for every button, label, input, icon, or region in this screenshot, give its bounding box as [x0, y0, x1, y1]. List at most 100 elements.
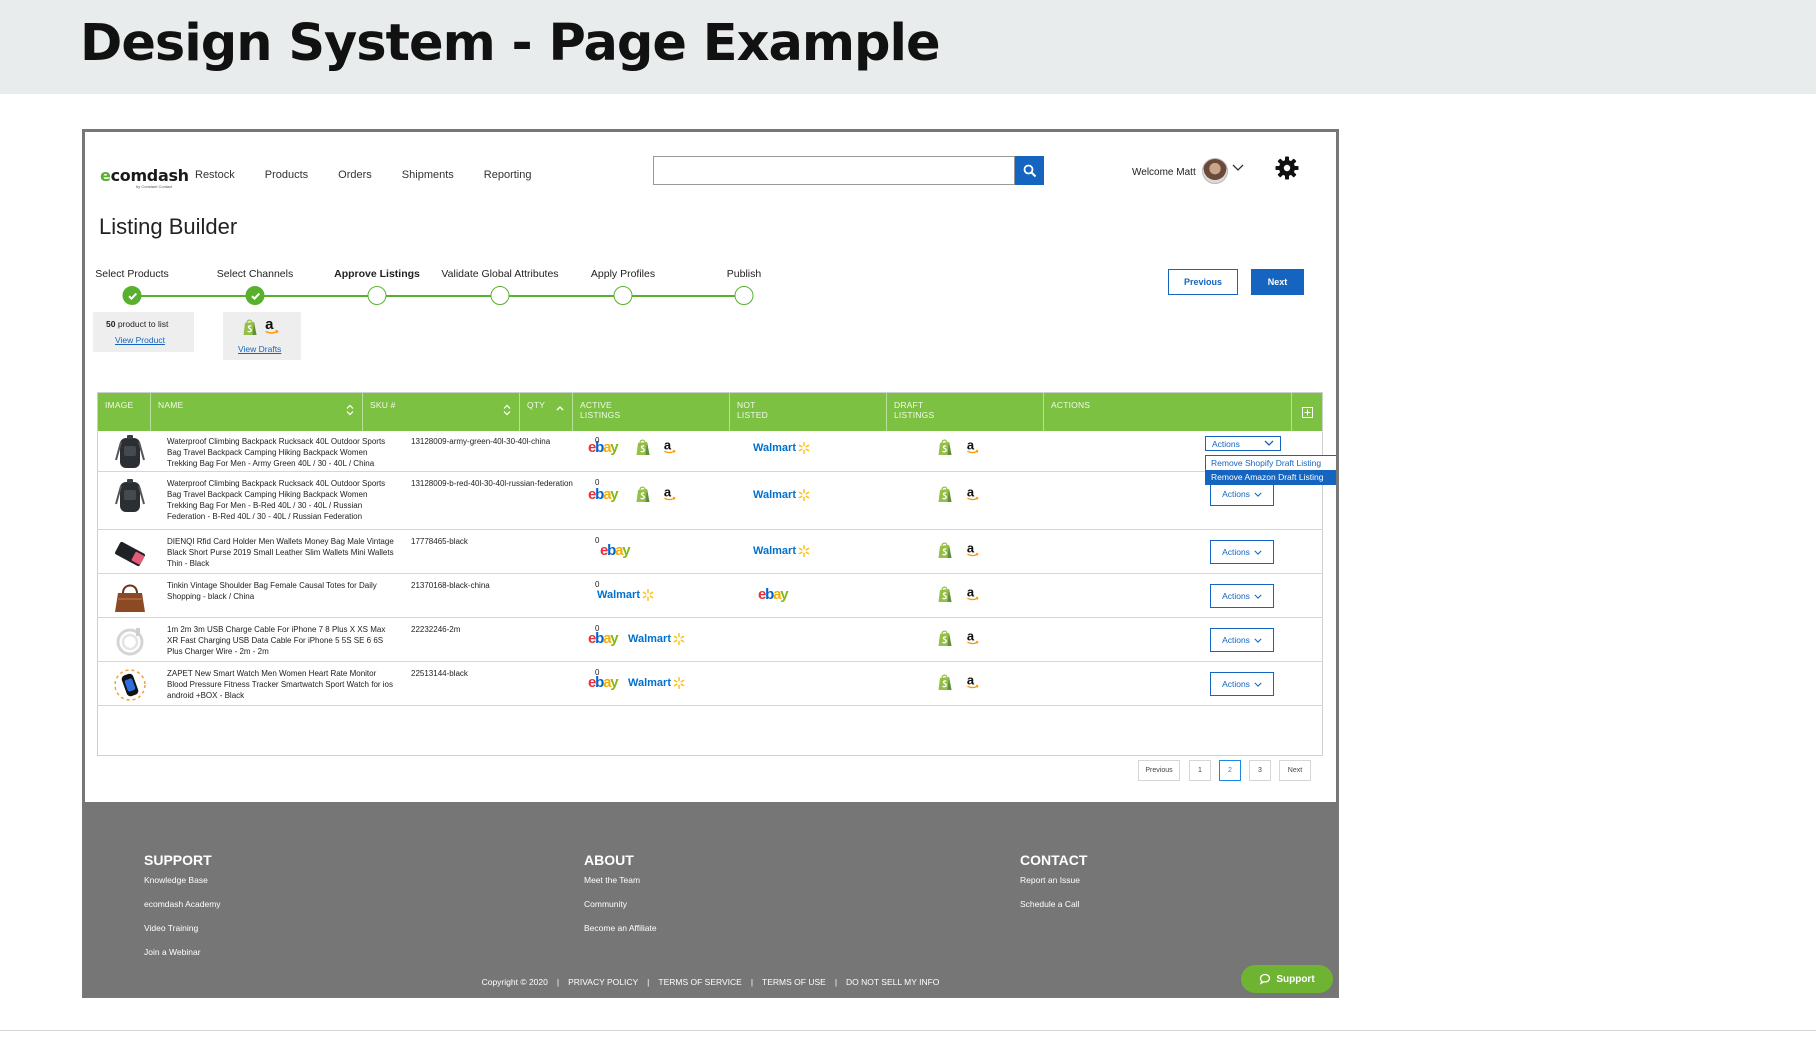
chevron-up-icon[interactable]: [556, 405, 564, 411]
search-button[interactable]: [1015, 156, 1044, 185]
menu-item-remove-amazon-draft[interactable]: Remove Amazon Draft Listing: [1206, 470, 1336, 484]
support-chat-button[interactable]: Support: [1241, 965, 1333, 993]
table-row: Tinkin Vintage Shoulder Bag Female Causa…: [98, 574, 1322, 618]
ecomdash-logo[interactable]: ecomdash by Constant Contact: [100, 166, 189, 192]
footer-link-contact-2[interactable]: Schedule a Call: [1020, 899, 1080, 909]
app: ecomdash by Constant Contact Restock Prod…: [85, 132, 1336, 995]
product-sku: 13128009-army-green-40l-30-40l-china: [411, 437, 551, 446]
shopify-icon: [635, 485, 651, 508]
table-header: IMAGE NAME SKU # QTY ACTIVE LISTINGS NOT…: [98, 393, 1322, 431]
product-name: DIENQI Rfid Card Holder Men Wallets Mone…: [167, 537, 394, 568]
shopify-icon: [937, 438, 953, 461]
product-qty: 0: [595, 536, 600, 545]
shopify-icon: [937, 585, 953, 608]
header-active-listings: ACTIVE LISTINGS: [573, 393, 730, 431]
view-product-link[interactable]: View Product: [115, 335, 165, 345]
header-draft-listings: DRAFT LISTINGS: [887, 393, 1044, 431]
header-name[interactable]: NAME: [151, 393, 363, 431]
step-6-indicator[interactable]: [734, 286, 754, 305]
table-row: DIENQI Rfid Card Holder Men Wallets Mone…: [98, 530, 1322, 574]
gear-icon[interactable]: [1274, 155, 1300, 181]
add-column-icon: [1301, 406, 1313, 418]
actions-button[interactable]: Actions: [1210, 628, 1274, 652]
walmart-logo: Walmart: [628, 633, 685, 645]
product-thumbnail: [110, 620, 150, 660]
product-name: 1m 2m 3m USB Charge Cable For iPhone 7 8…: [167, 625, 386, 656]
actions-button[interactable]: Actions: [1210, 672, 1274, 696]
product-thumbnail: [110, 576, 150, 616]
pagination-previous[interactable]: Previous: [1138, 760, 1180, 781]
actions-dropdown[interactable]: Actions: [1205, 436, 1281, 451]
nav-item-shipments[interactable]: Shipments: [402, 169, 454, 181]
search-icon: [1023, 164, 1036, 177]
divider: [0, 1030, 1816, 1031]
svg-text:a: a: [967, 585, 975, 599]
footer-legal-5[interactable]: DO NOT SELL MY INFO: [837, 977, 948, 987]
step-label-1: Select Products: [95, 268, 169, 280]
svg-text:a: a: [967, 673, 975, 687]
footer-link-support-2[interactable]: ecomdash Academy: [144, 899, 221, 909]
user-avatar[interactable]: [1202, 158, 1228, 184]
sort-icon[interactable]: [346, 404, 354, 418]
footer-link-about-1[interactable]: Meet the Team: [584, 875, 640, 885]
nav-item-restock[interactable]: Restock: [195, 169, 235, 181]
pagination-page-1[interactable]: 1: [1189, 760, 1211, 781]
next-button[interactable]: Next: [1251, 269, 1304, 295]
footer-legal-2[interactable]: PRIVACY POLICY: [559, 977, 647, 987]
chevron-down-icon: [1264, 440, 1274, 446]
step-2-indicator[interactable]: [245, 286, 265, 305]
chevron-down-icon[interactable]: [1232, 163, 1244, 173]
nav-item-orders[interactable]: Orders: [338, 169, 372, 181]
footer-contact-title: CONTACT: [1020, 852, 1088, 868]
pagination-page-3[interactable]: 3: [1249, 760, 1271, 781]
svg-text:a: a: [265, 316, 274, 333]
footer-link-support-3[interactable]: Video Training: [144, 923, 198, 933]
footer-link-about-3[interactable]: Become an Affiliate: [584, 923, 657, 933]
sort-icon[interactable]: [503, 404, 511, 418]
amazon-icon: a: [966, 484, 979, 507]
nav-item-reporting[interactable]: Reporting: [484, 169, 532, 181]
footer-link-contact-1[interactable]: Report an Issue: [1020, 875, 1080, 885]
header-sku[interactable]: SKU #: [363, 393, 520, 431]
footer-support-title: SUPPORT: [144, 852, 212, 868]
product-name: Waterproof Climbing Backpack Rucksack 40…: [167, 479, 386, 521]
nav-item-products[interactable]: Products: [265, 169, 308, 181]
footer-legal-3[interactable]: TERMS OF SERVICE: [649, 977, 750, 987]
add-column-button[interactable]: [1292, 393, 1322, 431]
channel-icons: a: [242, 316, 279, 341]
step-4-indicator[interactable]: [490, 286, 510, 305]
pagination-next[interactable]: Next: [1279, 760, 1311, 781]
search-box: [653, 156, 1015, 185]
footer-link-about-2[interactable]: Community: [584, 899, 627, 909]
menu-item-remove-shopify-draft[interactable]: Remove Shopify Draft Listing: [1206, 456, 1336, 470]
table-row: 1m 2m 3m USB Charge Cable For iPhone 7 8…: [98, 618, 1322, 662]
footer-link-support-4[interactable]: Join a Webinar: [144, 947, 201, 957]
header-not-listed: NOT LISTED: [730, 393, 887, 431]
product-qty: 0: [595, 580, 600, 589]
logo-text: ecomdash: [100, 166, 189, 185]
product-name: Tinkin Vintage Shoulder Bag Female Causa…: [167, 581, 377, 601]
step-label-4: Validate Global Attributes: [441, 268, 559, 280]
slide-header: Design System - Page Example: [0, 0, 1816, 94]
header-qty[interactable]: QTY: [520, 393, 573, 431]
page-title: Listing Builder: [99, 214, 238, 239]
step-1-indicator[interactable]: [122, 286, 142, 305]
step-5-indicator[interactable]: [613, 286, 633, 305]
previous-button[interactable]: Previous: [1168, 269, 1238, 295]
view-drafts-link[interactable]: View Drafts: [238, 344, 281, 354]
actions-button[interactable]: Actions: [1210, 540, 1274, 564]
footer-legal-4[interactable]: TERMS OF USE: [753, 977, 835, 987]
amazon-icon: a: [966, 584, 979, 607]
actions-button[interactable]: Actions: [1210, 584, 1274, 608]
ebay-logo: ebay: [758, 586, 789, 603]
step-3-indicator[interactable]: [367, 286, 387, 305]
walmart-logo: Walmart: [753, 489, 810, 501]
product-sku: 21370168-black-china: [411, 581, 490, 590]
search-input[interactable]: [654, 157, 1014, 184]
chevron-down-icon: [1254, 682, 1262, 687]
svg-text:a: a: [967, 438, 975, 452]
check-icon: [250, 292, 260, 300]
actions-button[interactable]: Actions: [1210, 482, 1274, 506]
pagination-page-2[interactable]: 2: [1219, 760, 1241, 781]
footer-link-support-1[interactable]: Knowledge Base: [144, 875, 208, 885]
